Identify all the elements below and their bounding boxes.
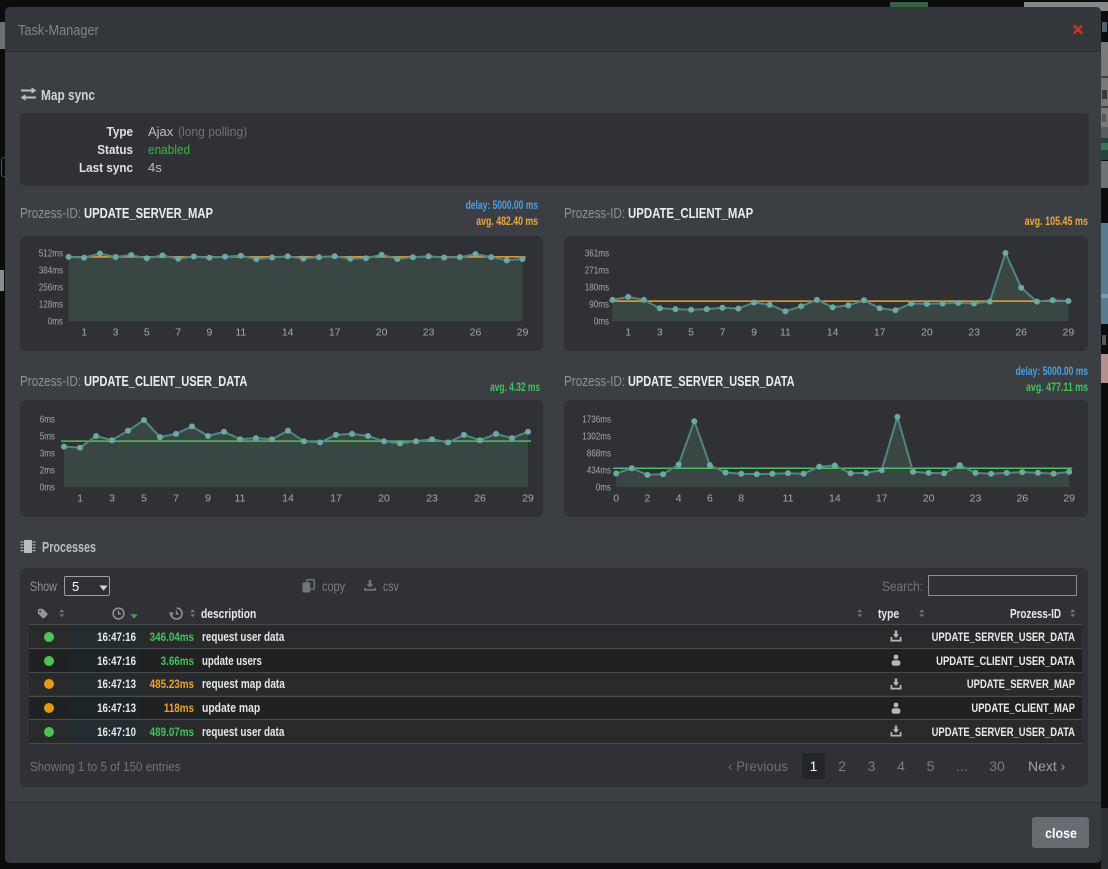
svg-text:29: 29 [522,493,534,505]
svg-text:90ms: 90ms [589,299,609,311]
svg-text:17: 17 [874,327,886,339]
svg-text:512ms: 512ms [39,248,63,260]
svg-text:17: 17 [330,493,342,505]
svg-text:6ms: 6ms [40,414,55,426]
svg-text:26: 26 [1015,327,1027,339]
svg-text:14: 14 [282,493,294,505]
svg-text:361ms: 361ms [585,248,609,260]
svg-text:29: 29 [1063,493,1075,505]
svg-text:11: 11 [780,327,791,339]
svg-text:868ms: 868ms [587,448,611,460]
svg-text:2ms: 2ms [40,465,55,477]
svg-text:23: 23 [968,327,980,339]
svg-text:14: 14 [827,327,839,339]
svg-text:0ms: 0ms [48,316,63,328]
svg-text:20: 20 [921,327,933,339]
svg-text:14: 14 [829,493,841,505]
svg-text:26: 26 [474,493,486,505]
svg-text:128ms: 128ms [39,299,63,311]
svg-text:5: 5 [144,327,150,339]
svg-text:5ms: 5ms [40,431,55,443]
svg-text:20: 20 [376,327,388,339]
svg-text:26: 26 [1016,493,1028,505]
svg-text:3: 3 [113,327,119,339]
svg-text:29: 29 [1063,327,1075,339]
svg-text:26: 26 [470,327,482,339]
svg-text:384ms: 384ms [39,265,63,277]
svg-text:14: 14 [282,327,294,339]
svg-text:11: 11 [235,327,246,339]
svg-text:1: 1 [77,493,83,505]
svg-text:3: 3 [109,493,115,505]
svg-text:2: 2 [644,493,650,505]
svg-text:17: 17 [329,327,341,339]
svg-text:9: 9 [206,327,212,339]
svg-text:434ms: 434ms [587,465,611,477]
svg-text:17: 17 [876,493,888,505]
svg-text:0ms: 0ms [594,316,609,328]
svg-text:3ms: 3ms [40,448,55,460]
svg-text:23: 23 [426,493,438,505]
svg-text:1: 1 [625,327,631,339]
svg-text:6: 6 [707,493,713,505]
svg-text:11: 11 [783,493,794,505]
svg-text:11: 11 [235,493,246,505]
svg-text:271ms: 271ms [585,265,609,277]
svg-text:1302ms: 1302ms [582,431,611,443]
svg-text:7: 7 [720,327,726,339]
svg-text:29: 29 [517,327,529,339]
svg-text:20: 20 [923,493,935,505]
svg-text:8: 8 [738,493,744,505]
svg-text:23: 23 [423,327,435,339]
svg-text:7: 7 [175,327,181,339]
svg-text:9: 9 [751,327,757,339]
svg-text:23: 23 [970,493,982,505]
svg-text:20: 20 [378,493,390,505]
svg-text:5: 5 [688,327,694,339]
svg-text:5: 5 [141,493,147,505]
svg-text:0ms: 0ms [40,482,55,494]
svg-text:4: 4 [676,493,682,505]
svg-text:1: 1 [81,327,87,339]
svg-text:7: 7 [173,493,179,505]
svg-text:256ms: 256ms [39,282,63,294]
svg-text:180ms: 180ms [585,282,609,294]
svg-text:9: 9 [205,493,211,505]
svg-text:0ms: 0ms [596,482,611,494]
svg-text:1736ms: 1736ms [582,414,611,426]
svg-text:3: 3 [657,327,663,339]
svg-text:0: 0 [613,493,619,505]
